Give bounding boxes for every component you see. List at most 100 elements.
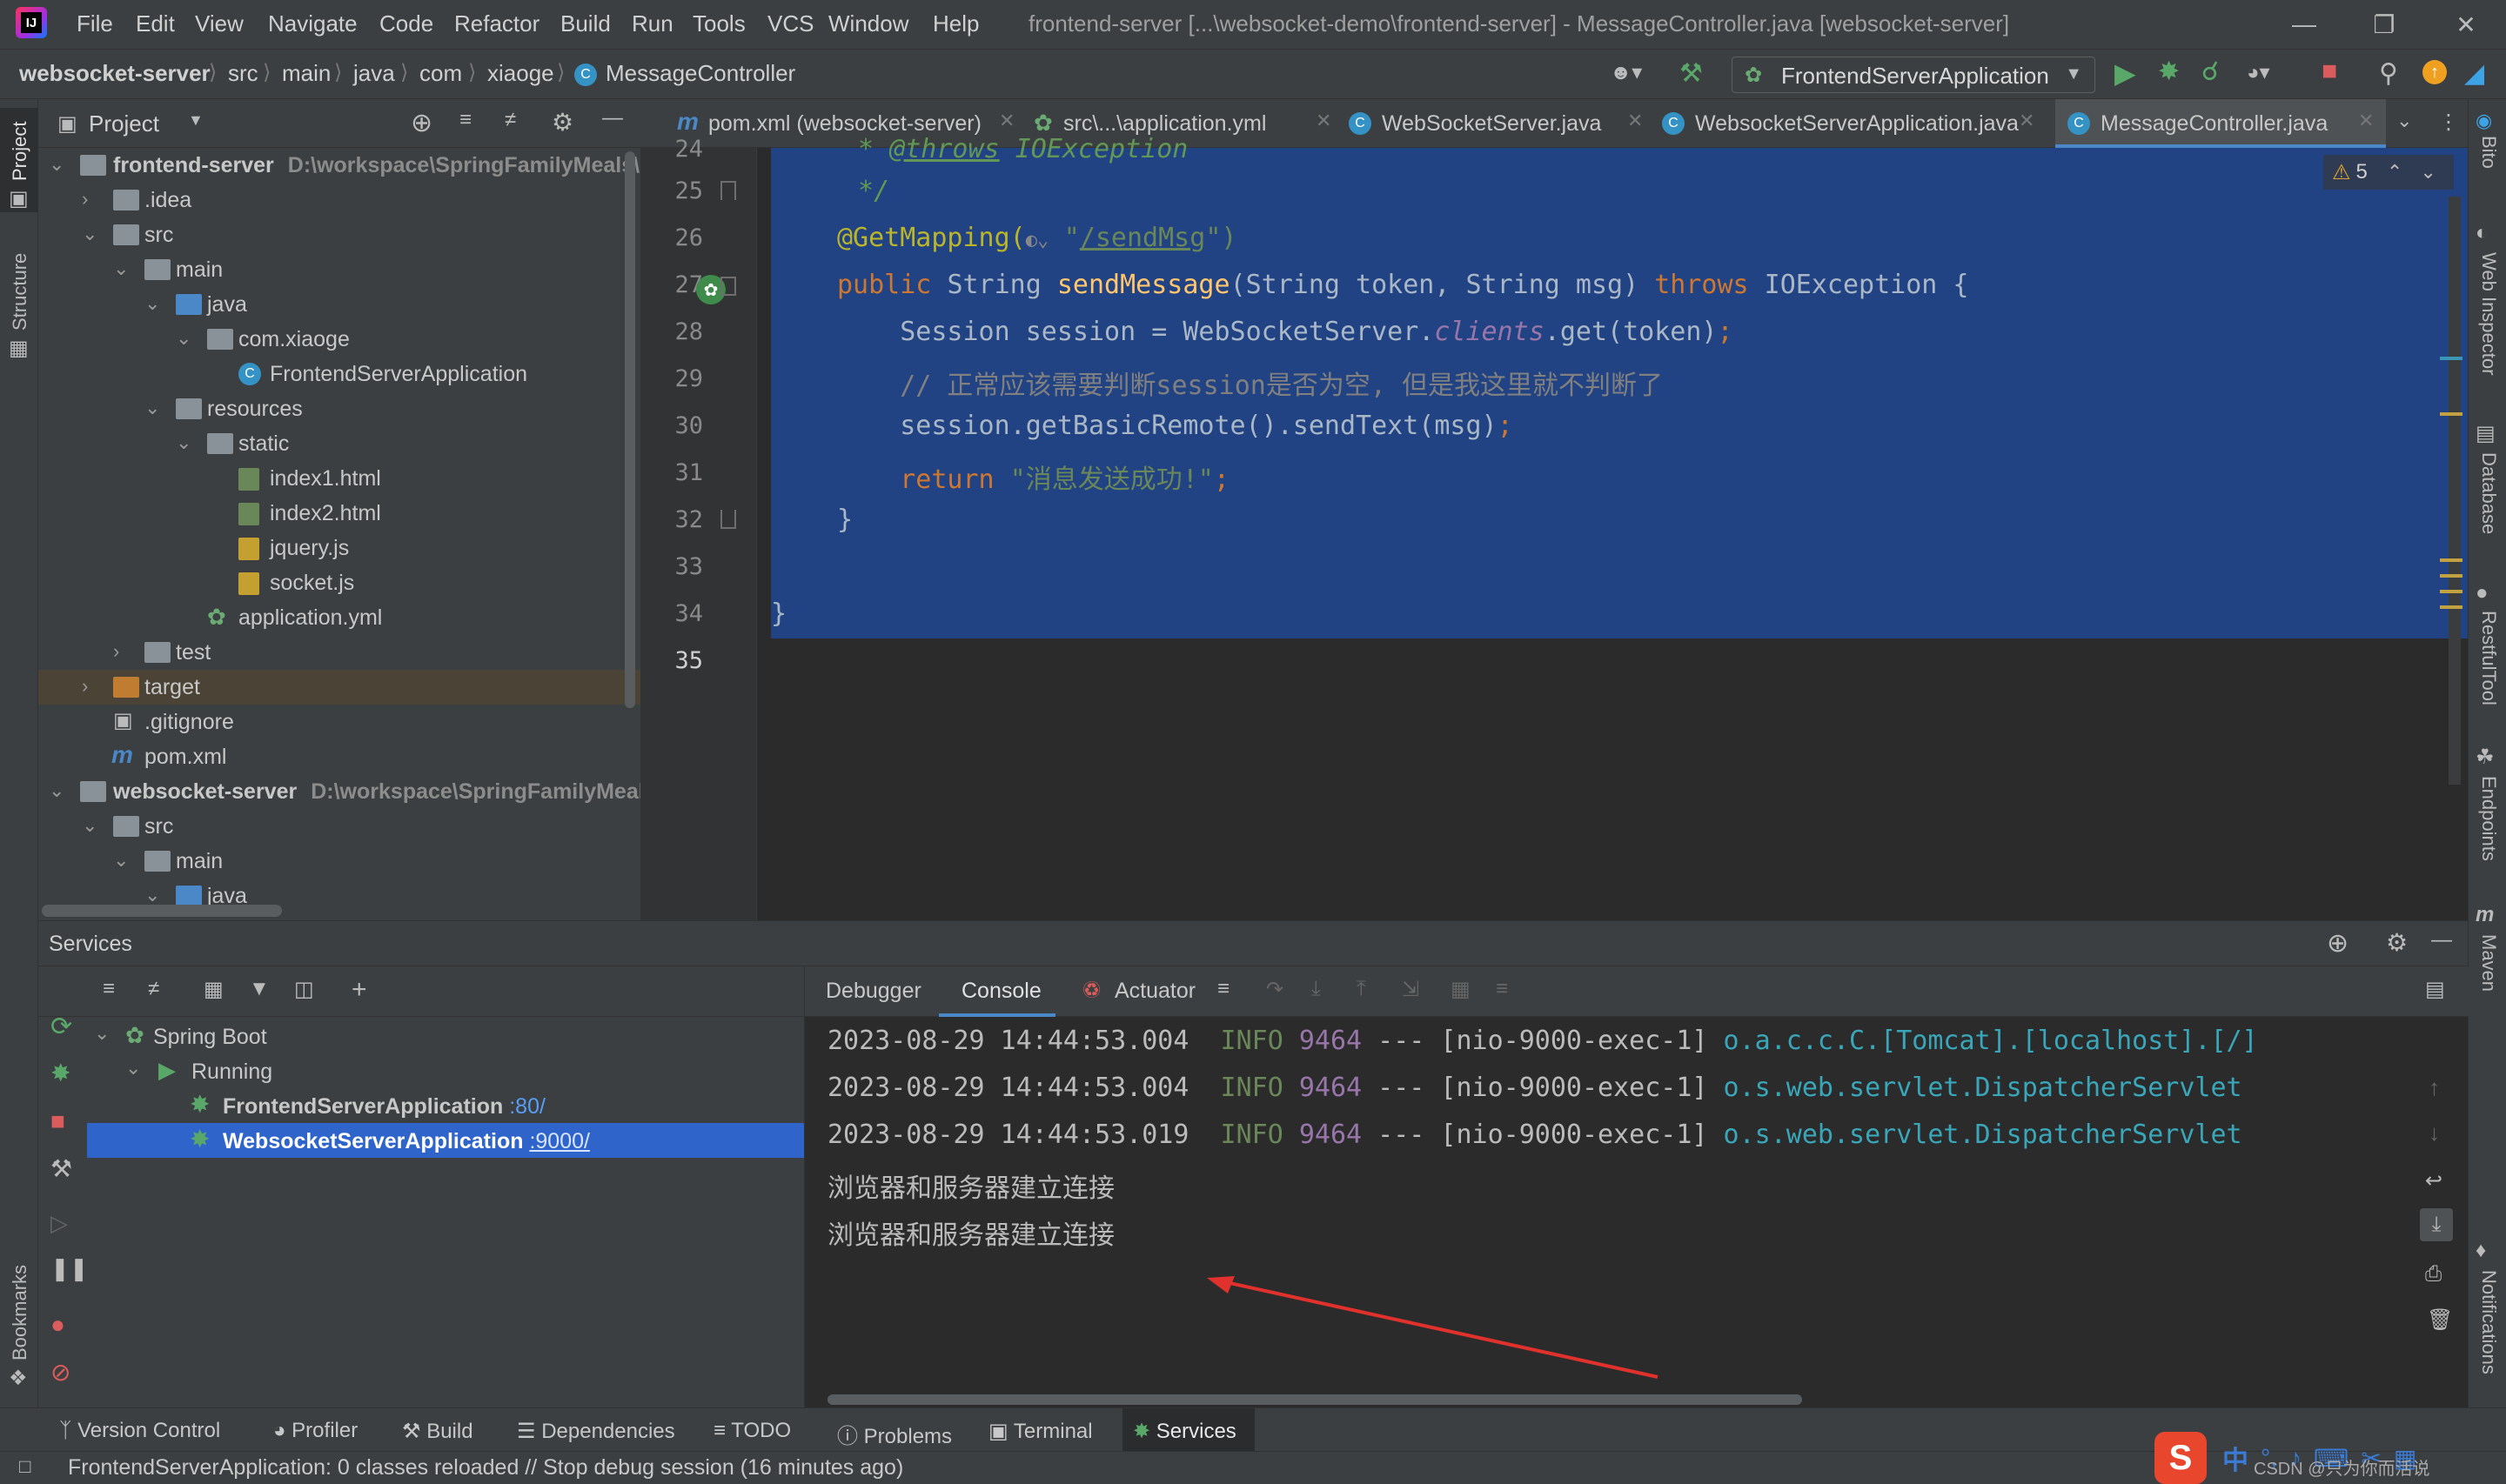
hide-icon[interactable]: — (2431, 928, 2452, 953)
dependencies-tool[interactable]: ☰ Dependencies (517, 1419, 675, 1444)
menu-navigate[interactable]: Navigate (268, 10, 358, 37)
tree-item-resources[interactable]: ⌄ resources (38, 391, 640, 426)
scroll-to-end-icon[interactable]: ⤓ (2420, 1208, 2453, 1241)
tree-item-main[interactable]: ⌄ main (38, 844, 640, 879)
fold-icon[interactable] (720, 510, 736, 529)
tab-websocket-server-application[interactable]: C WebsocketServerApplication.java ✕ (1653, 99, 2043, 148)
menu-window[interactable]: Window (828, 10, 908, 37)
version-control-tool[interactable]: ᛉ Version Control (59, 1419, 220, 1443)
breadcrumb-class[interactable]: MessageController (606, 60, 795, 87)
horizontal-scrollbar[interactable] (42, 905, 282, 917)
wrench-icon[interactable]: ⚒ (50, 1154, 72, 1183)
collapse-all-icon[interactable]: ≠ (505, 108, 516, 132)
arrow-up-icon[interactable]: ↑ (2429, 1074, 2440, 1101)
database-tool-label[interactable]: Database (2477, 452, 2500, 534)
gear-icon[interactable]: ⚙ (552, 108, 573, 137)
notifications-tool-label[interactable]: Notifications (2477, 1270, 2500, 1374)
chevron-down-icon[interactable]: ⌄ (2420, 161, 2436, 184)
services-node-running[interactable]: ⌄ ▶ Running (87, 1053, 804, 1088)
terminal-tool[interactable]: ▣ Terminal (988, 1419, 1093, 1444)
stop-icon[interactable]: ■ (2322, 57, 2337, 86)
run-configuration-select[interactable]: ✿ FrontendServerApplication ▼ (1732, 57, 2095, 93)
endpoints-tool-label[interactable]: Endpoints (2477, 776, 2500, 861)
user-icon[interactable]: ☻▾ (1610, 60, 1642, 85)
trash-icon[interactable]: 🗑 (2427, 1307, 2453, 1333)
menu-build[interactable]: Build (560, 10, 611, 37)
breakpoints-icon[interactable]: ● (50, 1311, 65, 1339)
tab-message-controller[interactable]: C MessageController.java ✕ (2055, 99, 2386, 148)
tree-item-main[interactable]: ⌄ main (38, 252, 640, 287)
tree-item-socket[interactable]: socket.js (38, 565, 640, 600)
tree-item-index2[interactable]: index2.html (38, 496, 640, 531)
web-inspector-tool-label[interactable]: Web Inspector (2477, 252, 2500, 375)
tree-item-application-yml[interactable]: ✿ application.yml (38, 600, 640, 635)
more-icon[interactable]: ⋮ (2438, 110, 2459, 135)
menu-view[interactable]: View (195, 10, 244, 37)
close-tab-icon[interactable]: ✕ (999, 110, 1015, 132)
jetbrains-toolbox-icon[interactable]: ◢ (2464, 58, 2484, 89)
group-by-icon[interactable]: ▦ (204, 977, 224, 1002)
sogou-logo[interactable]: S (2154, 1432, 2207, 1484)
breadcrumb-src[interactable]: src (228, 60, 258, 87)
minimize-icon[interactable]: — (2278, 5, 2330, 43)
profile-icon[interactable]: ◕▾ (2247, 60, 2270, 85)
profiler-tool[interactable]: ◕ Profiler (273, 1419, 358, 1443)
tree-item-jquery[interactable]: jquery.js (38, 531, 640, 565)
resume-icon[interactable]: ▷ (50, 1210, 68, 1237)
tree-item-static[interactable]: ⌄ static (38, 426, 640, 461)
services-node-frontend-application[interactable]: ✸ FrontendServerApplication :80/ (87, 1088, 804, 1123)
chevron-down-icon[interactable]: ⌄ (2396, 110, 2412, 132)
pause-icon[interactable]: ❚❚ (50, 1255, 89, 1282)
fold-icon[interactable] (720, 277, 736, 296)
hammer-icon[interactable]: ⚒ (1679, 58, 1703, 89)
mute-breakpoints-icon[interactable]: ⊘ (50, 1358, 70, 1387)
tab-websocket-server[interactable]: C WebSocketServer.java ✕ (1340, 99, 1653, 148)
tree-item-index1[interactable]: index1.html (38, 461, 640, 496)
filter-icon[interactable]: ▼ (249, 977, 270, 1001)
coverage-icon[interactable]: ☌ (2201, 57, 2219, 87)
add-icon[interactable]: + (352, 975, 367, 1005)
todo-tool[interactable]: ≡ TODO (714, 1419, 791, 1443)
close-tab-icon[interactable]: ✕ (2358, 110, 2374, 132)
arrow-down-icon[interactable]: ↓ (2429, 1120, 2440, 1146)
structure-tool-label[interactable]: Structure (9, 253, 31, 331)
tree-item-pom[interactable]: m pom.xml (38, 739, 640, 774)
new-tab-icon[interactable]: ◫ (294, 977, 314, 1002)
problems-tool[interactable]: ⓘ Problems (837, 1419, 952, 1449)
services-node-websocket-application[interactable]: ✸ WebsocketServerApplication :9000/ (87, 1123, 804, 1158)
expand-all-icon[interactable]: ≡ (103, 977, 115, 1001)
tree-item-target[interactable]: › target (38, 670, 640, 705)
services-node-spring-boot[interactable]: ⌄ ✿ Spring Boot (87, 1019, 804, 1053)
inspection-widget[interactable]: ⚠ 5 ⌃ ⌄ (2323, 155, 2454, 190)
tree-item-frontend-server[interactable]: ⌄ frontend-server D:\workspace\SpringFami… (38, 148, 640, 183)
menu-tools[interactable]: Tools (693, 10, 746, 37)
close-tab-icon[interactable]: ✕ (1627, 110, 1643, 132)
close-tab-icon[interactable]: ✕ (1316, 110, 1331, 132)
close-tab-icon[interactable]: ✕ (2019, 110, 2034, 132)
tree-item-frontend-application[interactable]: C FrontendServerApplication (38, 357, 640, 391)
hide-icon[interactable]: — (602, 106, 623, 130)
menu-edit[interactable]: Edit (136, 10, 175, 37)
tree-item-package[interactable]: ⌄ com.xiaoge (38, 322, 640, 357)
menu-file[interactable]: File (77, 10, 113, 37)
build-tool[interactable]: ⚒ Build (402, 1419, 473, 1444)
vertical-scrollbar[interactable] (625, 151, 635, 708)
breadcrumb-com[interactable]: com (419, 60, 462, 87)
chevron-up-icon[interactable]: ⌃ (2387, 161, 2402, 184)
debug-icon[interactable]: ✸ (50, 1059, 70, 1087)
collapse-all-icon[interactable]: ≠ (148, 977, 159, 1001)
search-icon[interactable]: ⚲ (2379, 58, 2398, 89)
debug-icon[interactable]: ✸ (2158, 57, 2180, 87)
breadcrumb-xiaoge[interactable]: xiaoge (487, 60, 554, 87)
editor-scrollbar[interactable] (2449, 197, 2461, 785)
locate-icon[interactable]: ⊕ (411, 108, 432, 138)
bito-tool-label[interactable]: Bito (2477, 136, 2500, 169)
console-horizontal-scrollbar[interactable] (828, 1394, 1802, 1405)
breadcrumb-java[interactable]: java (353, 60, 395, 87)
menu-vcs[interactable]: VCS (767, 10, 814, 37)
globe-icon[interactable]: ◐⌄ (1026, 230, 1064, 251)
menu-refactor[interactable]: Refactor (454, 10, 539, 37)
print-icon[interactable]: ⎙ (2425, 1262, 2442, 1287)
tree-item-src[interactable]: ⌄ src (38, 217, 640, 252)
tree-item-idea[interactable]: › .idea (38, 183, 640, 217)
